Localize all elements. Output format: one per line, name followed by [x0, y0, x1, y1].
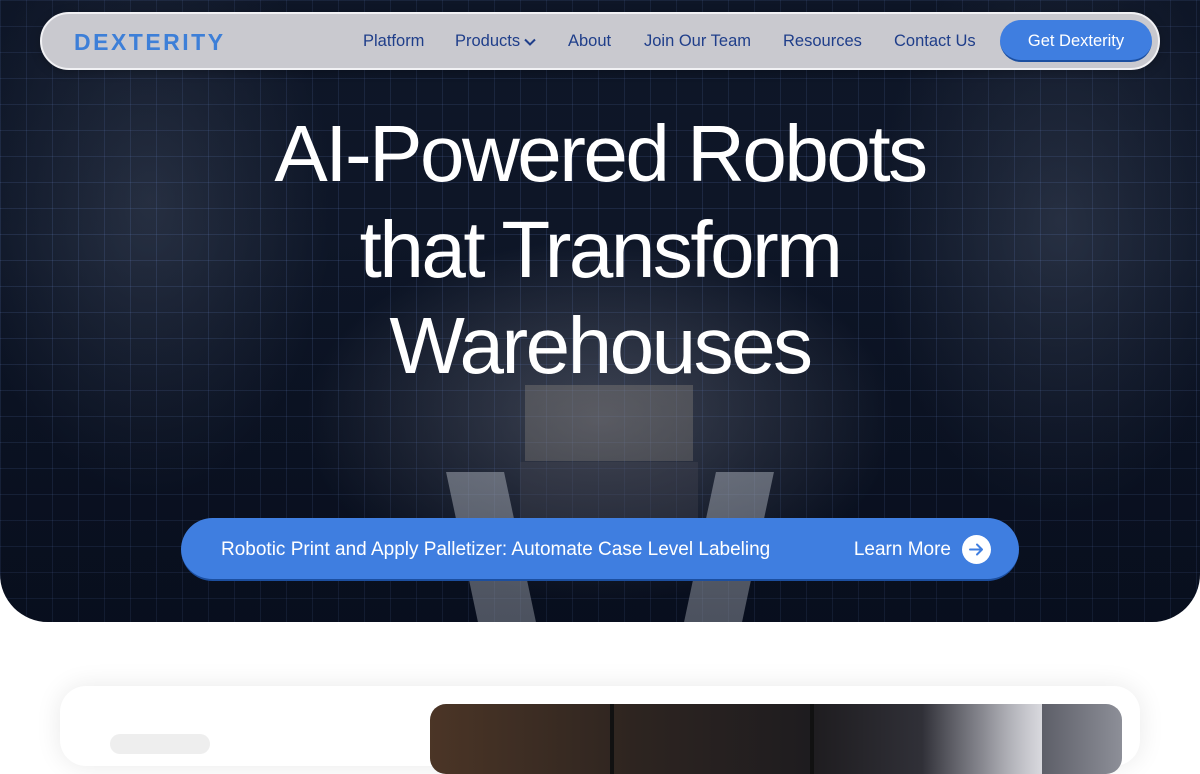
announcement-text: Robotic Print and Apply Palletizer: Auto…	[221, 539, 771, 560]
hero-headline-line: AI-Powered Robots	[274, 109, 928, 198]
image-frame-bar	[810, 704, 814, 774]
nav-products[interactable]: Products	[455, 32, 536, 51]
hero-headline-line: Warehouses	[389, 301, 813, 390]
hero-headline: AI-Powered Robots that Transform Warehou…	[100, 106, 1100, 394]
image-highlight	[922, 704, 1042, 774]
nav-about[interactable]: About	[568, 32, 611, 51]
get-dexterity-button[interactable]: Get Dexterity	[1000, 20, 1152, 62]
arrow-right-circle-icon[interactable]	[962, 535, 991, 564]
nav-contact-us[interactable]: Contact Us	[894, 32, 976, 51]
announcement-banner[interactable]: Robotic Print and Apply Palletizer: Auto…	[181, 518, 1019, 581]
image-frame-bar	[610, 704, 614, 774]
chevron-down-icon	[524, 38, 536, 46]
brand-logo[interactable]: DEXTERITY	[74, 29, 226, 56]
nav-platform[interactable]: Platform	[363, 32, 424, 51]
hero-headline-line: that Transform	[359, 205, 843, 294]
card-image	[430, 704, 1122, 774]
card-tag	[110, 734, 210, 754]
nav-join-our-team[interactable]: Join Our Team	[644, 32, 751, 51]
feature-card	[60, 686, 1140, 774]
hero-section: AI-Powered Robots that Transform Warehou…	[0, 0, 1200, 622]
learn-more-link[interactable]: Learn More	[854, 539, 951, 561]
top-navbar: DEXTERITY Platform Products About Join O…	[40, 12, 1160, 70]
nav-resources[interactable]: Resources	[783, 32, 862, 51]
nav-products-label: Products	[455, 32, 521, 50]
